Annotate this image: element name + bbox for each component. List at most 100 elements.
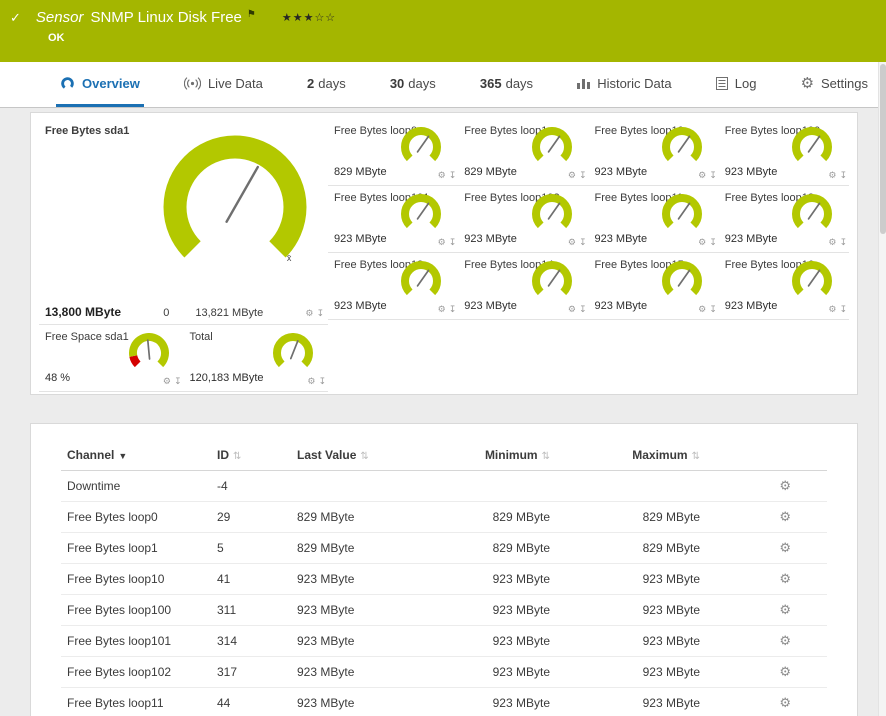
gauge-dial: x̄ [146, 135, 324, 275]
gauge-settings-icon[interactable]: ⚙ [828, 237, 836, 248]
col-maximum[interactable]: Maximum⇅ [556, 440, 706, 471]
tab-settings[interactable]: ⚙Settings [797, 62, 872, 107]
gauge-action-icons: ⚙↧ [828, 170, 847, 181]
gauge-settings-icon[interactable]: ⚙ [568, 237, 576, 248]
channel-name: Free Bytes loop11 [61, 688, 211, 716]
gauge-settings-icon[interactable]: ⚙ [438, 170, 446, 181]
channel-settings-icon[interactable]: ⚙ [779, 602, 791, 617]
channel-row[interactable]: Free Bytes loop11 44 923 MByte 923 MByte… [61, 688, 827, 716]
gauge-dial [789, 127, 835, 167]
channel-name: Free Bytes loop102 [61, 657, 211, 688]
channel-name: Downtime [61, 471, 211, 502]
gauge-free-bytes-loop11: Free Bytes loop11 923 MByte ⚙↧ [589, 186, 719, 253]
channel-minimum: 923 MByte [456, 626, 556, 657]
tab-2-days[interactable]: 2days [303, 62, 350, 107]
priority-star-rating[interactable]: ★★★☆☆ [282, 11, 336, 24]
channel-maximum: 923 MByte [556, 688, 706, 716]
channel-row[interactable]: Free Bytes loop10 41 923 MByte 923 MByte… [61, 564, 827, 595]
tab-historic-data[interactable]: Historic Data [573, 62, 675, 107]
channel-settings-icon[interactable]: ⚙ [779, 571, 791, 586]
gauge-action-icons: ⚙↧ [438, 237, 457, 248]
channel-id: 29 [211, 502, 291, 533]
gauge-pin-icon[interactable]: ↧ [709, 237, 717, 248]
gauge-dial [789, 261, 835, 301]
gauge-pin-icon[interactable]: ↧ [839, 170, 847, 181]
channel-settings-icon[interactable]: ⚙ [779, 478, 791, 493]
sensor-title: SNMP Linux Disk Free [90, 9, 241, 26]
gauge-settings-icon[interactable]: ⚙ [568, 304, 576, 315]
scrollbar-thumb[interactable] [880, 64, 886, 234]
gauge-settings-icon[interactable]: ⚙ [568, 170, 576, 181]
channel-row[interactable]: Free Bytes loop101 314 923 MByte 923 MBy… [61, 626, 827, 657]
gauge-pin-icon[interactable]: ↧ [318, 376, 326, 387]
gauge-settings-icon[interactable]: ⚙ [698, 304, 706, 315]
gauge-pin-icon[interactable]: ↧ [449, 170, 457, 181]
col-channel[interactable]: Channel▼ [61, 440, 211, 471]
channel-name: Free Bytes loop1 [61, 533, 211, 564]
tab-live-data[interactable]: Live Data [180, 62, 267, 107]
gauge-value: 120,183 MByte [190, 372, 264, 384]
col-minimum[interactable]: Minimum⇅ [456, 440, 556, 471]
gauge-pin-icon[interactable]: ↧ [174, 376, 182, 387]
gauge-action-icons: ⚙↧ [307, 376, 326, 387]
live-data-icon [184, 77, 201, 90]
gauge-settings-icon[interactable]: ⚙ [438, 304, 446, 315]
gauge-settings-icon[interactable]: ⚙ [305, 308, 313, 319]
col-last-value[interactable]: Last Value⇅ [291, 440, 456, 471]
gauge-pin-icon[interactable]: ↧ [579, 170, 587, 181]
channel-row[interactable]: Free Bytes loop100 311 923 MByte 923 MBy… [61, 595, 827, 626]
vertical-scrollbar[interactable] [878, 62, 886, 716]
small-gauges-grid: Free Bytes loop0 829 MByte ⚙↧ Free Bytes… [328, 119, 849, 392]
gauge-settings-icon[interactable]: ⚙ [163, 376, 171, 387]
channel-maximum: 923 MByte [556, 564, 706, 595]
gauge-action-icons: ⚙↧ [568, 170, 587, 181]
gauge-pin-icon[interactable]: ↧ [449, 237, 457, 248]
gauge-action-icons: ⚙↧ [163, 376, 182, 387]
gauge-free-bytes-loop10: Free Bytes loop10 923 MByte ⚙↧ [589, 119, 719, 186]
channel-settings-icon[interactable]: ⚙ [779, 509, 791, 524]
col-label: Channel [67, 448, 114, 462]
gauge-settings-icon[interactable]: ⚙ [307, 376, 315, 387]
tab-overview[interactable]: Overview [56, 62, 144, 107]
gauge-pin-icon[interactable]: ↧ [316, 308, 324, 319]
gauge-pin-icon[interactable]: ↧ [579, 237, 587, 248]
channel-settings-icon[interactable]: ⚙ [779, 664, 791, 679]
gauge-settings-icon[interactable]: ⚙ [828, 170, 836, 181]
channel-row[interactable]: Free Bytes loop102 317 923 MByte 923 MBy… [61, 657, 827, 688]
gauge-pin-icon[interactable]: ↧ [709, 170, 717, 181]
gauge-settings-icon[interactable]: ⚙ [828, 304, 836, 315]
gauge-settings-icon[interactable]: ⚙ [438, 237, 446, 248]
gauge-dial [659, 261, 705, 301]
channel-row[interactable]: Downtime -4 ⚙ [61, 471, 827, 502]
channel-row[interactable]: Free Bytes loop1 5 829 MByte 829 MByte 8… [61, 533, 827, 564]
channel-last-value: 829 MByte [291, 502, 456, 533]
gauge-pin-icon[interactable]: ↧ [839, 304, 847, 315]
tab-30-days[interactable]: 30days [386, 62, 440, 107]
historic-data-icon [577, 77, 590, 89]
col-id[interactable]: ID⇅ [211, 440, 291, 471]
channel-minimum: 829 MByte [456, 533, 556, 564]
tab-log[interactable]: Log [712, 62, 761, 107]
gauges-panel: Free Bytes sda1 x̄ 13,800 MByte 0 13,821… [30, 112, 858, 395]
gauge-pin-icon[interactable]: ↧ [449, 304, 457, 315]
status-badge: OK [48, 32, 876, 44]
gauge-value: 923 MByte [595, 300, 648, 312]
channel-settings-icon[interactable]: ⚙ [779, 540, 791, 555]
channel-maximum: 923 MByte [556, 626, 706, 657]
gauge-pin-icon[interactable]: ↧ [709, 304, 717, 315]
gauge-value: 923 MByte [725, 300, 778, 312]
gauge-settings-icon[interactable]: ⚙ [698, 170, 706, 181]
priority-flag-icon[interactable]: ⚑ [247, 9, 256, 20]
gauge-settings-icon[interactable]: ⚙ [698, 237, 706, 248]
gauge-pin-icon[interactable]: ↧ [839, 237, 847, 248]
channel-row[interactable]: Free Bytes loop0 29 829 MByte 829 MByte … [61, 502, 827, 533]
gauge-dial [789, 194, 835, 234]
gauge-free-bytes-loop14: Free Bytes loop14 923 MByte ⚙↧ [458, 253, 588, 320]
gauge-pin-icon[interactable]: ↧ [579, 304, 587, 315]
channel-settings-icon[interactable]: ⚙ [779, 633, 791, 648]
tab-365-days[interactable]: 365days [476, 62, 537, 107]
channel-table: Channel▼ ID⇅ Last Value⇅ Minimum⇅ Maximu… [61, 440, 827, 716]
channel-settings-icon[interactable]: ⚙ [779, 695, 791, 710]
channel-id: 317 [211, 657, 291, 688]
gauge-dial [398, 261, 444, 301]
